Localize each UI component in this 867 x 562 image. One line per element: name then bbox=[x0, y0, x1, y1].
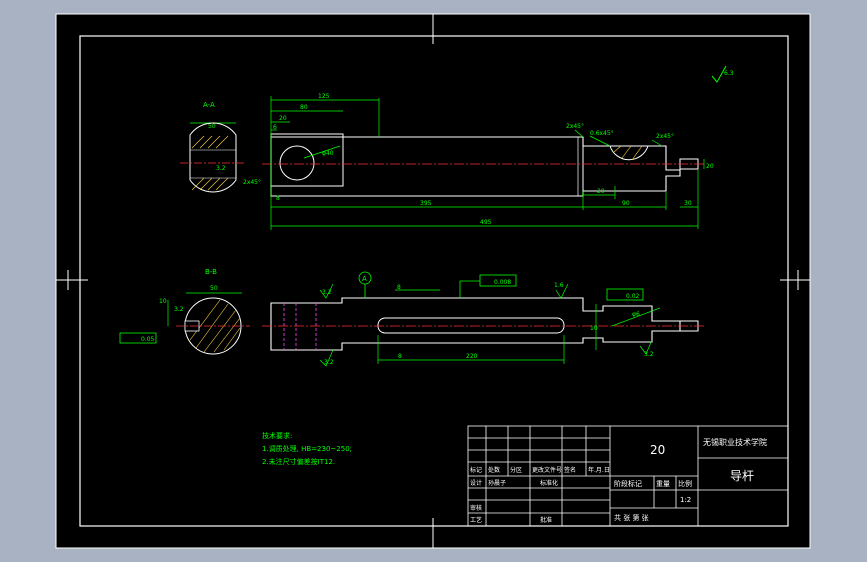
runout-tolerance: 0.02 bbox=[626, 293, 640, 300]
stage-label: 阶段标记 bbox=[614, 479, 642, 488]
tech-note-1: 1.调质处理, HB=230~250; bbox=[262, 444, 352, 453]
section-a-label: A-A bbox=[203, 101, 215, 109]
dim-395: 395 bbox=[420, 200, 432, 207]
pin-diameter: φ6 bbox=[632, 311, 640, 318]
sheet-label: 共 张 第 张 bbox=[614, 513, 649, 522]
row-count: 处数 bbox=[488, 466, 500, 474]
dim-20c: 20 bbox=[706, 163, 714, 170]
section-a-width: 50 bbox=[208, 123, 216, 130]
row-date: 年.月.日 bbox=[588, 466, 610, 474]
dim-80: 80 bbox=[300, 104, 308, 111]
roughness-4: 3.2 bbox=[644, 351, 654, 358]
section-b-depth: 10 bbox=[159, 298, 167, 305]
corner-roughness-value: 6.3 bbox=[724, 70, 734, 77]
slot-depth: 8 bbox=[397, 284, 401, 291]
hole-callout: φ40 bbox=[322, 150, 334, 157]
approve-label: 批准 bbox=[540, 516, 552, 524]
tech-note-2: 2.未注尺寸偏差按IT12. bbox=[262, 457, 335, 466]
roughness-2: 1.6 bbox=[554, 282, 564, 289]
section-a-roughness: 3.2 bbox=[216, 165, 226, 172]
row-zone: 分区 bbox=[510, 466, 522, 474]
datum-label: A bbox=[362, 275, 367, 283]
dim-30: 30 bbox=[684, 200, 692, 207]
material: 20 bbox=[650, 443, 665, 457]
tech-notes-title: 技术要求: bbox=[262, 431, 292, 440]
school-name: 无锡职业技术学院 bbox=[703, 437, 767, 447]
scale-value: 1:2 bbox=[680, 496, 691, 504]
designer-name: 孙晨子 bbox=[488, 479, 506, 487]
row-sign: 签名 bbox=[564, 466, 576, 474]
chamfer-right: 2x45° bbox=[656, 133, 674, 140]
row-mark: 标记 bbox=[470, 466, 482, 474]
roughness-3: 3.2 bbox=[324, 359, 334, 366]
flatness-tolerance: 0.008 bbox=[494, 279, 511, 286]
scale-label: 比例 bbox=[678, 479, 692, 488]
row-change-doc: 更改文件号 bbox=[532, 466, 562, 474]
bevel-callout: 0.6x45° bbox=[590, 130, 614, 137]
standard-label: 标准化 bbox=[540, 479, 558, 487]
design-label: 设计 bbox=[470, 479, 482, 487]
dim-6: 6 bbox=[273, 124, 277, 131]
slot-width: 10 bbox=[590, 325, 598, 332]
slot-length: 220 bbox=[466, 353, 478, 360]
roughness-1: 3.2 bbox=[322, 289, 332, 296]
drawing-canvas: 6.3 A-A 50 3.2 2x45° 125 80 20 6 395 495… bbox=[55, 13, 811, 549]
dim-20: 20 bbox=[279, 115, 287, 122]
dim-90: 90 bbox=[622, 200, 630, 207]
dim-125: 125 bbox=[318, 93, 330, 100]
review-label: 审核 bbox=[470, 504, 482, 512]
drawing-sheet bbox=[55, 13, 811, 549]
part-name: 导杆 bbox=[730, 469, 754, 483]
section-b-roughness: 3.2 bbox=[174, 306, 184, 313]
craft-label: 工艺 bbox=[470, 516, 482, 524]
section-b-width: 50 bbox=[210, 285, 218, 292]
dim-495: 495 bbox=[480, 219, 492, 226]
section-b-tolerance: 0.05 bbox=[141, 336, 155, 343]
section-b-label: B-B bbox=[205, 268, 217, 276]
chamfer-left: 2x45° bbox=[566, 123, 584, 130]
slot-offset: 8 bbox=[398, 353, 402, 360]
dim-20b: 20 bbox=[597, 188, 605, 195]
dim-8: 8 bbox=[276, 195, 280, 202]
weight-label: 重量 bbox=[656, 480, 670, 488]
section-a-chamfer: 2x45° bbox=[243, 179, 261, 186]
